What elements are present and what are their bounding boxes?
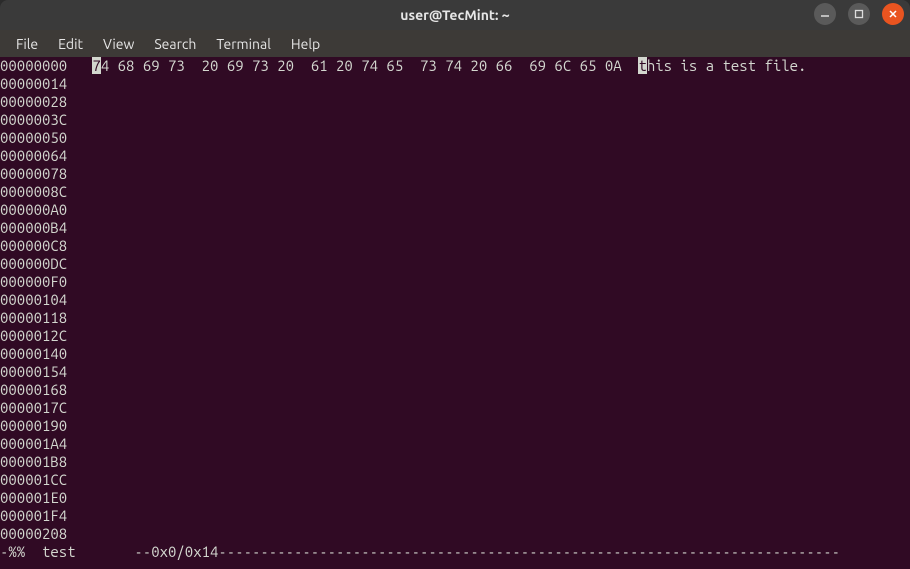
offset: 000000DC <box>0 255 67 272</box>
hex-row: 000000DC <box>0 255 910 273</box>
menu-help[interactable]: Help <box>281 32 330 56</box>
menu-terminal[interactable]: Terminal <box>206 32 281 56</box>
menu-file[interactable]: File <box>6 32 48 56</box>
offset: 00000050 <box>0 129 67 146</box>
minimize-button[interactable] <box>814 3 836 25</box>
menu-view[interactable]: View <box>93 32 144 56</box>
hex-row: 000000B4 <box>0 219 910 237</box>
maximize-icon <box>854 9 864 19</box>
minimize-icon <box>820 9 830 19</box>
status-line: -%% test --0x0/0x14---------------------… <box>0 543 910 561</box>
hex-row: 000000F0 <box>0 273 910 291</box>
first-byte-rest: 4 <box>101 57 109 74</box>
hex-row: 0000008C <box>0 183 910 201</box>
hex-row: 000001A4 <box>0 435 910 453</box>
offset: 000000B4 <box>0 219 67 236</box>
menu-search[interactable]: Search <box>144 32 206 56</box>
cursor-ascii: t <box>638 57 646 74</box>
close-button[interactable] <box>882 3 904 25</box>
offset: 00000168 <box>0 381 67 398</box>
offset: 000000F0 <box>0 273 67 290</box>
offset: 00000014 <box>0 75 67 92</box>
offset: 00000000 <box>0 57 67 74</box>
offset: 00000208 <box>0 525 67 542</box>
offset: 00000064 <box>0 147 67 164</box>
cursor-hex: 7 <box>92 57 100 74</box>
hex-row: 0000003C <box>0 111 910 129</box>
hex-row: 00000208 <box>0 525 910 543</box>
terminal-area[interactable]: 00000000 74 68 69 73 20 69 73 20 61 20 7… <box>0 57 910 569</box>
hex-row: 00000190 <box>0 417 910 435</box>
hex-row-0: 00000000 74 68 69 73 20 69 73 20 61 20 7… <box>0 57 910 75</box>
menubar: File Edit View Search Terminal Help <box>0 30 910 57</box>
hex-row: 000001F4 <box>0 507 910 525</box>
hex-row: 000001B8 <box>0 453 910 471</box>
hex-row: 00000168 <box>0 381 910 399</box>
hex-row: 000001E0 <box>0 489 910 507</box>
offset: 00000154 <box>0 363 67 380</box>
offset: 0000017C <box>0 399 67 416</box>
offset: 00000140 <box>0 345 67 362</box>
offset: 000001E0 <box>0 489 67 506</box>
offset: 0000003C <box>0 111 67 128</box>
offset: 00000028 <box>0 93 67 110</box>
offset: 000001B8 <box>0 453 67 470</box>
ascii-text: his is a test file. <box>647 57 807 74</box>
window-title: user@TecMint: ~ <box>400 7 509 23</box>
offset: 00000104 <box>0 291 67 308</box>
hex-row: 00000104 <box>0 291 910 309</box>
offset: 000001A4 <box>0 435 67 452</box>
offset: 00000078 <box>0 165 67 182</box>
menu-edit[interactable]: Edit <box>48 32 93 56</box>
offset: 0000008C <box>0 183 67 200</box>
hex-row: 00000154 <box>0 363 910 381</box>
hex-row: 00000064 <box>0 147 910 165</box>
hex-row: 000000A0 <box>0 201 910 219</box>
offset: 000000C8 <box>0 237 67 254</box>
hex-row: 0000017C <box>0 399 910 417</box>
window-controls <box>814 3 904 25</box>
hex-row: 00000050 <box>0 129 910 147</box>
offset: 00000118 <box>0 309 67 326</box>
offset: 000000A0 <box>0 201 67 218</box>
hex-row: 00000028 <box>0 93 910 111</box>
titlebar: user@TecMint: ~ <box>0 0 910 30</box>
hex-row: 00000078 <box>0 165 910 183</box>
offset: 00000190 <box>0 417 67 434</box>
hex-row: 000000C8 <box>0 237 910 255</box>
maximize-button[interactable] <box>848 3 870 25</box>
hex-row: 00000118 <box>0 309 910 327</box>
hex-row: 00000140 <box>0 345 910 363</box>
offset: 000001F4 <box>0 507 67 524</box>
hex-row: 0000012C <box>0 327 910 345</box>
offset: 000001CC <box>0 471 67 488</box>
hex-row: 000001CC <box>0 471 910 489</box>
hex-bytes: 68 69 73 20 69 73 20 61 20 74 65 73 74 2… <box>109 57 638 74</box>
offset: 0000012C <box>0 327 67 344</box>
hex-row: 00000014 <box>0 75 910 93</box>
close-icon <box>888 9 898 19</box>
